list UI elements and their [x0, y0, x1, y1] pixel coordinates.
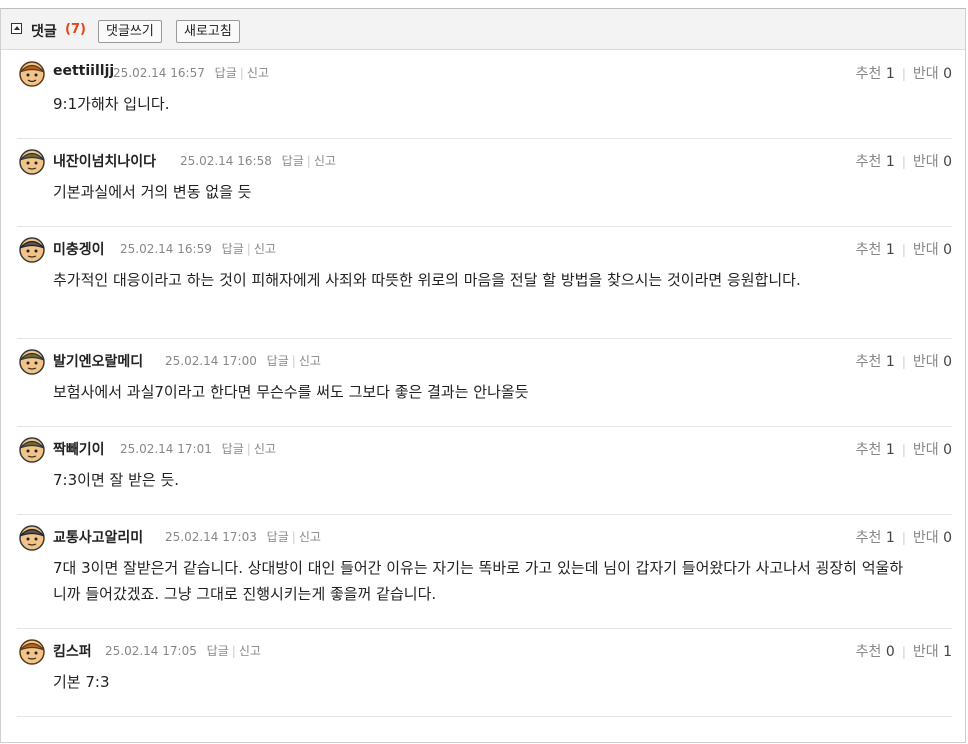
refresh-button[interactable]: 새로고침: [176, 20, 240, 43]
avatar-icon: [19, 525, 45, 551]
comment-meta: 25.02.14 17:03 답글 | 신고: [165, 530, 321, 544]
comment-text: 기본과실에서 거의 변동 없을 듯: [53, 183, 252, 201]
avatar-icon: [19, 639, 45, 665]
upvote-count: 1: [885, 442, 895, 458]
avatar-icon: [19, 349, 45, 375]
downvote-count: 0: [943, 242, 952, 258]
reply-link[interactable]: 답글: [215, 66, 237, 80]
reply-link[interactable]: 답글: [222, 242, 244, 256]
upvote-button[interactable]: 추천 1: [856, 354, 895, 370]
comment-date: 25.02.14 16:57: [113, 66, 205, 80]
downvote-count: 0: [943, 442, 952, 458]
downvote-button[interactable]: 반대 0: [913, 66, 952, 82]
comment-date: 25.02.14 16:58: [180, 154, 272, 168]
vote-box: 추천 0 | 반대 1: [855, 644, 952, 660]
report-link[interactable]: 신고: [254, 442, 276, 456]
write-comment-button[interactable]: 댓글쓰기: [98, 20, 162, 43]
reply-link[interactable]: 답글: [207, 644, 229, 658]
reply-link[interactable]: 답글: [282, 154, 304, 168]
comment-text: 기본 7:3: [53, 673, 110, 691]
downvote-button[interactable]: 반대 0: [913, 154, 952, 170]
comment-item: eettiilljj 25.02.14 16:57 답글 | 신고 추천 1 | 반대 …: [17, 59, 952, 139]
vote-box: 추천 1 | 반대 0: [855, 442, 952, 458]
report-link[interactable]: 신고: [299, 530, 321, 544]
comment-item: 미충겡이 25.02.14 16:59 답글 | 신고 추천 1 | 반대 0 추가적인…: [17, 235, 952, 339]
comment-date: 25.02.14 17:05: [105, 644, 197, 658]
comment-author[interactable]: 내잔이넘치나이다: [53, 151, 156, 171]
comment-author[interactable]: 미충겡이: [53, 239, 105, 259]
comment-author[interactable]: eettiilljj: [53, 63, 114, 79]
comment-text: 9:1가해차 입니다.: [53, 95, 170, 113]
upvote-count: 1: [885, 354, 895, 370]
comment-date: 25.02.14 17:03: [165, 530, 257, 544]
comment-item: 내잔이넘치나이다 25.02.14 16:58 답글 | 신고 추천 1 | 반대 0 …: [17, 147, 952, 227]
comment-item: 교통사고알리미 25.02.14 17:03 답글 | 신고 추천 1 | 반대 0 7…: [17, 523, 952, 629]
comment-date: 25.02.14 16:59: [120, 242, 212, 256]
avatar-icon: [19, 437, 45, 463]
upvote-button[interactable]: 추천 0: [856, 644, 895, 660]
vote-box: 추천 1 | 반대 0: [855, 66, 952, 82]
downvote-count: 0: [943, 354, 952, 370]
upvote-count: 0: [885, 644, 895, 660]
comment-date: 25.02.14 17:00: [165, 354, 257, 368]
comment-meta: 25.02.14 16:59 답글 | 신고: [120, 242, 276, 256]
downvote-button[interactable]: 반대 0: [913, 242, 952, 258]
comment-author[interactable]: 발기엔오랄메디: [53, 351, 143, 371]
report-link[interactable]: 신고: [299, 354, 321, 368]
reply-link[interactable]: 답글: [267, 530, 289, 544]
upvote-button[interactable]: 추천 1: [856, 242, 895, 258]
reply-link[interactable]: 답글: [267, 354, 289, 368]
report-link[interactable]: 신고: [314, 154, 336, 168]
vote-box: 추천 1 | 반대 0: [855, 530, 952, 546]
report-link[interactable]: 신고: [239, 644, 261, 658]
upvote-count: 1: [885, 530, 895, 546]
downvote-count: 0: [943, 154, 952, 170]
avatar-icon: [19, 237, 45, 263]
collapse-toggle-icon[interactable]: [11, 23, 22, 34]
upvote-count: 1: [885, 242, 895, 258]
comment-author[interactable]: 킴스퍼: [53, 641, 92, 661]
comment-author[interactable]: 교통사고알리미: [53, 527, 143, 547]
downvote-count: 1: [943, 644, 952, 660]
comment-meta: 25.02.14 16:57 답글 | 신고: [113, 66, 269, 80]
comment-meta: 25.02.14 17:05 답글 | 신고: [105, 644, 261, 658]
vote-box: 추천 1 | 반대 0: [855, 354, 952, 370]
vote-box: 추천 1 | 반대 0: [855, 242, 952, 258]
reply-link[interactable]: 답글: [222, 442, 244, 456]
upvote-count: 1: [885, 66, 895, 82]
comment-item: 짝빼기이 25.02.14 17:01 답글 | 신고 추천 1 | 반대 0 7:3이…: [17, 435, 952, 515]
avatar-icon: [19, 149, 45, 175]
downvote-count: 0: [943, 66, 952, 82]
comment-title: 댓글: [31, 24, 57, 40]
report-link[interactable]: 신고: [247, 66, 269, 80]
comment-meta: 25.02.14 17:01 답글 | 신고: [120, 442, 276, 456]
comment-text: 7대 3이면 잘받은거 같습니다. 상대방이 대인 들어간 이유는 자기는 똑바…: [53, 559, 904, 603]
comment-text: 보험사에서 과실7이라고 한다면 무슨수를 써도 그보다 좋은 결과는 안나올듯: [53, 383, 529, 401]
downvote-button[interactable]: 반대 0: [913, 354, 952, 370]
avatar-icon: [19, 61, 45, 87]
upvote-button[interactable]: 추천 1: [856, 66, 895, 82]
upvote-button[interactable]: 추천 1: [856, 442, 895, 458]
vote-box: 추천 1 | 반대 0: [855, 154, 952, 170]
upvote-count: 1: [885, 154, 895, 170]
comment-author[interactable]: 짝빼기이: [53, 439, 105, 459]
comment-date: 25.02.14 17:01: [120, 442, 212, 456]
comment-count: (7): [65, 22, 86, 37]
comment-header: 댓글 (7) 댓글쓰기 새로고침: [1, 9, 965, 50]
downvote-button[interactable]: 반대 0: [913, 530, 952, 546]
upvote-button[interactable]: 추천 1: [856, 530, 895, 546]
comment-item: 킴스퍼 25.02.14 17:05 답글 | 신고 추천 0 | 반대 1 기본 7:…: [17, 637, 952, 717]
upvote-button[interactable]: 추천 1: [856, 154, 895, 170]
comment-meta: 25.02.14 16:58 답글 | 신고: [180, 154, 336, 168]
downvote-button[interactable]: 반대 1: [913, 644, 952, 660]
downvote-count: 0: [943, 530, 952, 546]
comment-meta: 25.02.14 17:00 답글 | 신고: [165, 354, 321, 368]
comment-text: 7:3이면 잘 받은 듯.: [53, 471, 180, 489]
downvote-button[interactable]: 반대 0: [913, 442, 952, 458]
comment-item: 발기엔오랄메디 25.02.14 17:00 답글 | 신고 추천 1 | 반대 0 보…: [17, 347, 952, 427]
comment-section: 댓글 (7) 댓글쓰기 새로고침 eettiilljj 25.02.14 16:…: [0, 8, 966, 743]
comment-text: 추가적인 대응이라고 하는 것이 피해자에게 사죄와 따뜻한 위로의 마음을 전…: [53, 271, 801, 289]
report-link[interactable]: 신고: [254, 242, 276, 256]
